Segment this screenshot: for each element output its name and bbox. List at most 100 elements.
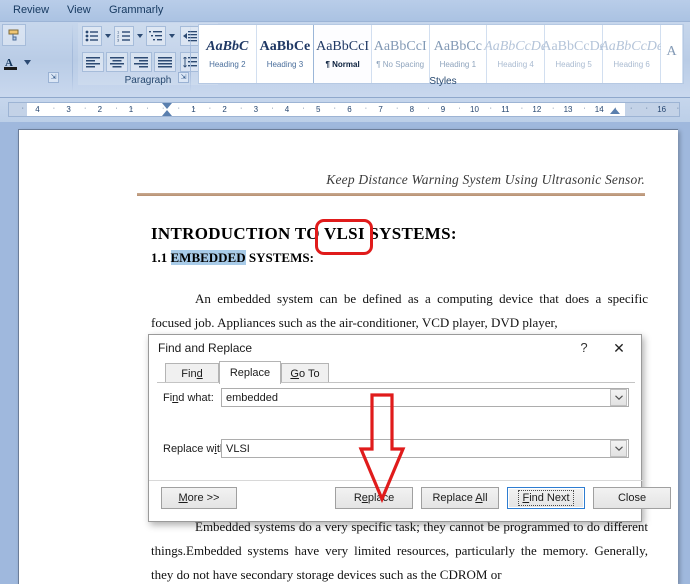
ruler-minor-tick: ·	[520, 105, 524, 112]
find-next-button[interactable]: Find Next	[507, 487, 585, 509]
group-divider-1	[72, 24, 73, 92]
ruler-minor-tick: ·	[52, 105, 56, 112]
horizontal-ruler[interactable]: 4 3 2 1 1 2 3 4 5 6 7 8 9 10 11 12 13 14 16 · · · · · · · · · · · · · · ·…	[8, 102, 680, 117]
ruler-minor-tick: ·	[442, 105, 446, 112]
ribbon-tab-bar: Review View Grammarly	[0, 0, 690, 22]
ribbon-tab-view[interactable]: View	[62, 3, 96, 17]
close-button[interactable]: Close	[593, 487, 671, 509]
multilevel-list-dropdown[interactable]	[167, 30, 176, 42]
heading-text-vlsi: VLSI	[323, 224, 365, 243]
replace-with-combobox[interactable]: VLSI	[221, 439, 629, 458]
selected-text-embedded: EMBEDDED	[170, 250, 246, 265]
ruler-minor-tick: ·	[458, 105, 461, 112]
ruler-minor-tick: ·	[598, 105, 602, 112]
ruler-minor-tick: ·	[224, 105, 227, 112]
find-and-replace-dialog[interactable]: Find and Replace ? ✕ Find Replace Go To …	[148, 334, 671, 522]
ruler-minor-tick: ·	[271, 105, 274, 112]
multilevel-list-icon	[149, 31, 162, 41]
heading-text-pre: INTRODUCTION TO	[151, 224, 324, 243]
ruler-minor-tick: ·	[208, 105, 212, 112]
ruler-minor-tick: ·	[37, 105, 40, 112]
ruler-minor-tick: ·	[380, 105, 383, 112]
styles-group: Styles	[196, 23, 690, 87]
subheading-rest: SYSTEMS:	[245, 250, 314, 265]
tab-replace-label: Replace	[229, 367, 271, 379]
ruler-minor-tick: ·	[567, 105, 570, 112]
replace-button[interactable]: Replace	[335, 487, 413, 509]
ruler-minor-tick: ·	[364, 105, 368, 112]
align-left-icon	[86, 56, 100, 67]
replace-all-button[interactable]: Replace All	[421, 487, 499, 509]
multilevel-list-button[interactable]	[146, 26, 166, 46]
tab-replace[interactable]: Replace	[219, 361, 281, 384]
ruler-minor-tick: ·	[302, 105, 305, 112]
document-paragraph-1: An embedded system can be defined as a c…	[151, 287, 648, 335]
heading-text-post: SYSTEMS:	[364, 224, 457, 243]
font-color-button[interactable]: A	[0, 52, 22, 74]
ruler-band: 4 3 2 1 1 2 3 4 5 6 7 8 9 10 11 12 13 14 16 · · · · · · · · · · · · · · ·…	[0, 98, 690, 122]
document-header-rule	[137, 193, 645, 196]
more-button[interactable]: More >>	[161, 487, 237, 509]
find-what-dropdown-button[interactable]	[610, 389, 627, 406]
align-center-button[interactable]	[106, 52, 128, 72]
format-painter-icon	[8, 29, 19, 41]
ruler-minor-tick: ·	[162, 105, 165, 112]
justify-button[interactable]	[154, 52, 176, 72]
chevron-down-icon	[23, 59, 31, 65]
ruler-minor-tick: ·	[645, 105, 648, 112]
align-right-button[interactable]	[130, 52, 152, 72]
chevron-down-icon	[614, 446, 623, 451]
replace-with-dropdown-button[interactable]	[610, 440, 627, 457]
find-what-input[interactable]: embedded	[222, 392, 610, 404]
ruler-minor-tick: ·	[630, 105, 633, 112]
ruler-minor-tick: ·	[177, 105, 180, 112]
paragraph-2-text: Embedded systems do a very specific task…	[151, 519, 648, 582]
ruler-minor-tick: ·	[505, 105, 508, 112]
format-painter-button[interactable]	[2, 24, 26, 46]
align-right-icon	[134, 56, 148, 67]
word-application-window: Review View Grammarly A ⇲ Paragraph 1 2 …	[0, 0, 690, 584]
document-paragraph-2: Embedded systems do a very specific task…	[151, 515, 648, 584]
ruler-minor-tick: ·	[536, 105, 539, 112]
ruler-minor-tick: ·	[21, 105, 24, 112]
font-dialog-launcher[interactable]: ⇲	[48, 72, 59, 83]
align-justify-icon	[158, 56, 172, 67]
replace-with-input[interactable]: VLSI	[222, 443, 610, 455]
ruler-minor-tick: ·	[115, 105, 118, 112]
ribbon-tab-grammarly[interactable]: Grammarly	[104, 3, 168, 17]
align-left-button[interactable]	[82, 52, 104, 72]
paragraph-dialog-launcher[interactable]: ⇲	[178, 72, 189, 83]
bullet-list-icon	[85, 30, 98, 42]
dialog-tabstrip: Find Replace Go To	[157, 361, 635, 384]
ruler-margin-left	[9, 103, 27, 116]
replace-with-label: Replace with:	[163, 443, 229, 455]
ruler-minor-tick: ·	[349, 105, 352, 112]
ruler-minor-tick: ·	[489, 105, 492, 112]
bullets-button[interactable]	[82, 26, 102, 46]
ruler-minor-tick: ·	[286, 105, 290, 112]
chevron-down-icon	[168, 34, 175, 38]
chevron-down-icon	[614, 395, 623, 400]
ruler-minor-tick: ·	[146, 105, 149, 112]
numbering-dropdown[interactable]	[135, 30, 144, 42]
close-icon[interactable]: ✕	[605, 338, 633, 358]
group-divider-2	[190, 24, 191, 92]
numbering-button[interactable]: 1 2 3	[114, 26, 134, 46]
ruler-margin-right	[625, 103, 679, 116]
bullets-dropdown[interactable]	[103, 30, 112, 42]
find-what-combobox[interactable]: embedded	[221, 388, 629, 407]
help-icon[interactable]: ?	[573, 338, 595, 358]
ruler-minor-tick: ·	[427, 105, 430, 112]
tab-go-to[interactable]: Go To	[281, 363, 329, 383]
document-header-text: Keep Distance Warning System Using Ultra…	[326, 172, 645, 187]
document-heading-1: INTRODUCTION TO VLSI SYSTEMS:	[151, 224, 457, 244]
ribbon-tab-review[interactable]: Review	[8, 3, 54, 17]
find-what-label: Find what:	[163, 392, 214, 404]
ruler-minor-tick: ·	[411, 105, 414, 112]
ruler-minor-tick: ·	[318, 105, 321, 112]
document-heading-1-1: 1.1 EMBEDDED SYSTEMS:	[151, 250, 314, 266]
ruler-minor-tick: ·	[240, 105, 243, 112]
font-color-dropdown[interactable]	[22, 54, 32, 70]
ruler-minor-tick: ·	[68, 105, 71, 112]
tab-find[interactable]: Find	[165, 363, 219, 383]
